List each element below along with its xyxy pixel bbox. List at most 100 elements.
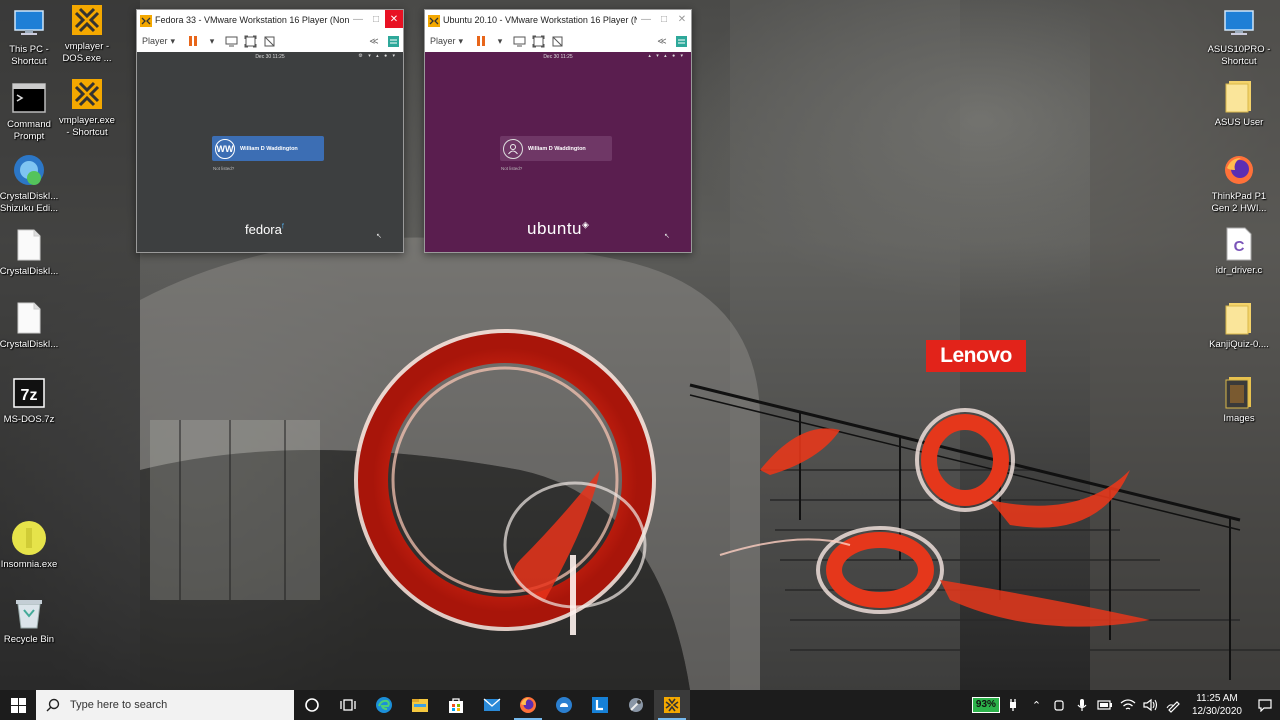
player-menu-button[interactable]: Player ▾ xyxy=(142,36,175,47)
system-tray: 93% ⌃ 11:25 AM 12/30/2020 xyxy=(971,690,1280,720)
battery-icon[interactable] xyxy=(1094,690,1117,720)
command-prompt-icon xyxy=(11,80,47,116)
ubuntu-user-button[interactable]: William D Waddington xyxy=(500,136,612,161)
desktop-icon-recycle-bin[interactable]: Recycle Bin xyxy=(0,595,62,646)
fedora-vm-window[interactable]: Fedora 33 - VMware Workstation 16 Player… xyxy=(136,9,404,253)
vmware-icon xyxy=(428,14,440,27)
ubuntu-logo: ubuntu◈ xyxy=(527,219,590,238)
desktop-icon-asus10pro[interactable]: ASUS10PRO - Shortcut xyxy=(1206,5,1272,68)
ubuntu-titlebar[interactable]: Ubuntu 20.10 - VMware Workstation 16 Pla… xyxy=(425,10,691,30)
power-plug-icon[interactable] xyxy=(1002,690,1025,720)
task-view-icon xyxy=(340,699,356,711)
usb-device-icon[interactable] xyxy=(1048,690,1071,720)
desktop-icon-insomnia[interactable]: Insomnia.exe xyxy=(0,520,62,571)
desktop-icon-thinkpad-hwi[interactable]: ThinkPad P1 Gen 2 HWI... xyxy=(1206,152,1272,215)
desktop-icon-crystaldisk-file-1[interactable]: CrystalDiskI... xyxy=(0,227,62,278)
action-center-button[interactable] xyxy=(1250,690,1280,720)
firefox-button[interactable] xyxy=(510,690,546,720)
mail-button[interactable] xyxy=(474,690,510,720)
satellite-app-icon xyxy=(629,698,643,712)
desktop-icon-idr-driver[interactable]: C idr_driver.c xyxy=(1206,226,1272,277)
cortana-button[interactable] xyxy=(294,690,330,720)
task-view-button[interactable] xyxy=(330,690,366,720)
edge-button[interactable] xyxy=(366,690,402,720)
close-button[interactable]: ✕ xyxy=(385,10,403,28)
fullscreen-button[interactable] xyxy=(243,34,257,48)
store-button[interactable] xyxy=(438,690,474,720)
windows-logo-icon xyxy=(10,697,26,713)
file-explorer-button[interactable] xyxy=(402,690,438,720)
ubuntu-vm-window[interactable]: Ubuntu 20.10 - VMware Workstation 16 Pla… xyxy=(424,9,692,253)
search-icon xyxy=(46,698,60,712)
fullscreen-button[interactable] xyxy=(531,34,545,48)
unity-button[interactable] xyxy=(550,34,564,48)
notes-icon xyxy=(675,35,687,47)
collapse-toolbar-button[interactable]: ≪ xyxy=(367,34,381,48)
unity-button[interactable] xyxy=(262,34,276,48)
7zip-icon: 7z xyxy=(11,375,47,411)
folder-icon xyxy=(1221,374,1257,410)
pause-button[interactable] xyxy=(474,34,488,48)
unity-icon xyxy=(264,36,275,46)
minimize-button[interactable]: — xyxy=(637,10,655,28)
close-button[interactable]: ✕ xyxy=(673,10,691,28)
notes-button[interactable] xyxy=(674,34,688,48)
fedora-titlebar[interactable]: Fedora 33 - VMware Workstation 16 Player… xyxy=(137,10,403,30)
ctrl-alt-del-icon xyxy=(225,36,238,46)
start-button[interactable] xyxy=(0,690,36,720)
cortana-icon xyxy=(305,698,319,712)
crystaldisk-icon xyxy=(11,152,47,188)
fedora-toolbar: Player ▾ ▾ ≪ xyxy=(137,30,403,52)
ubuntu-guest-screen[interactable]: Dec 30 11:25 ▴ ▾ ▴ ● ▾ William D Wadding… xyxy=(425,52,691,252)
pause-icon xyxy=(189,36,198,46)
not-listed-link[interactable]: Not listed? xyxy=(501,166,522,171)
taskbar-search-box[interactable]: Type here to search xyxy=(36,690,294,720)
store-icon xyxy=(449,698,463,713)
document-icon xyxy=(11,300,47,336)
taskbar-clock[interactable]: 11:25 AM 12/30/2020 xyxy=(1192,692,1242,718)
notes-button[interactable] xyxy=(386,34,400,48)
show-hidden-icons-button[interactable]: ⌃ xyxy=(1025,690,1048,720)
lenovo-vantage-icon xyxy=(592,697,608,713)
battery-percentage[interactable]: 93% xyxy=(971,697,1000,713)
send-ctrl-alt-del-button[interactable] xyxy=(512,34,526,48)
pen-workspace-icon[interactable] xyxy=(1163,690,1186,720)
lenovo-wallpaper-logo: Lenovo xyxy=(926,340,1026,372)
desktop-icon-crystaldisk-file-2[interactable]: CrystalDiskI... xyxy=(0,300,62,351)
unity-icon xyxy=(552,36,563,46)
wifi-icon[interactable] xyxy=(1117,690,1140,720)
fedora-user-button[interactable]: WW William D Waddington xyxy=(212,136,324,161)
send-ctrl-alt-del-button[interactable] xyxy=(224,34,238,48)
desktop-icon-vmplayer-dos[interactable]: vmplayer - DOS.exe ... xyxy=(54,2,120,65)
cloud-app-button[interactable] xyxy=(546,690,582,720)
maximize-button[interactable]: □ xyxy=(655,10,673,28)
not-listed-link[interactable]: Not listed? xyxy=(213,166,234,171)
fedora-guest-screen[interactable]: Dec 30 11:25 ⚙ ▾ ▴ ● ▾ WW William D Wadd… xyxy=(137,52,403,252)
desktop-icon-images[interactable]: Images xyxy=(1206,374,1272,425)
desktop-icon-vmplayer-shortcut[interactable]: vmplayer.exe - Shortcut xyxy=(54,76,120,139)
volume-icon[interactable] xyxy=(1140,690,1163,720)
satellite-app-button[interactable] xyxy=(618,690,654,720)
pause-button[interactable] xyxy=(186,34,200,48)
firefox-icon xyxy=(1221,152,1257,188)
desktop-icon-crystaldisk-shizuku[interactable]: CrystalDiskI... Shizuku Edi... xyxy=(0,152,62,215)
dropdown-arrow-icon: ▾ xyxy=(170,35,176,46)
collapse-toolbar-button[interactable]: ≪ xyxy=(655,34,669,48)
desktop-icon-asus-user[interactable]: ASUS User xyxy=(1206,78,1272,129)
vmware-taskbar-button[interactable] xyxy=(654,690,690,720)
player-menu-button[interactable]: Player ▾ xyxy=(430,36,463,47)
user-avatar: WW xyxy=(215,138,235,159)
user-avatar-icon xyxy=(503,138,523,159)
lenovo-vantage-button[interactable] xyxy=(582,690,618,720)
vmware-icon xyxy=(69,76,105,112)
fedora-top-panel: Dec 30 11:25 ⚙ ▾ ▴ ● ▾ xyxy=(255,53,397,60)
desktop-icon-ms-dos-7z[interactable]: 7z MS-DOS.7z xyxy=(0,375,62,426)
ubuntu-top-panel: Dec 30 11:25 ▴ ▾ ▴ ● ▾ xyxy=(543,53,685,60)
maximize-button[interactable]: □ xyxy=(367,10,385,28)
pause-dropdown-arrow-icon[interactable]: ▾ xyxy=(205,34,219,48)
desktop-icon-kanjiquiz[interactable]: KanjiQuiz-0.... xyxy=(1206,300,1272,351)
minimize-button[interactable]: — xyxy=(349,10,367,28)
microphone-icon[interactable] xyxy=(1071,690,1094,720)
pause-dropdown-arrow-icon[interactable]: ▾ xyxy=(493,34,507,48)
computer-icon xyxy=(11,5,47,41)
